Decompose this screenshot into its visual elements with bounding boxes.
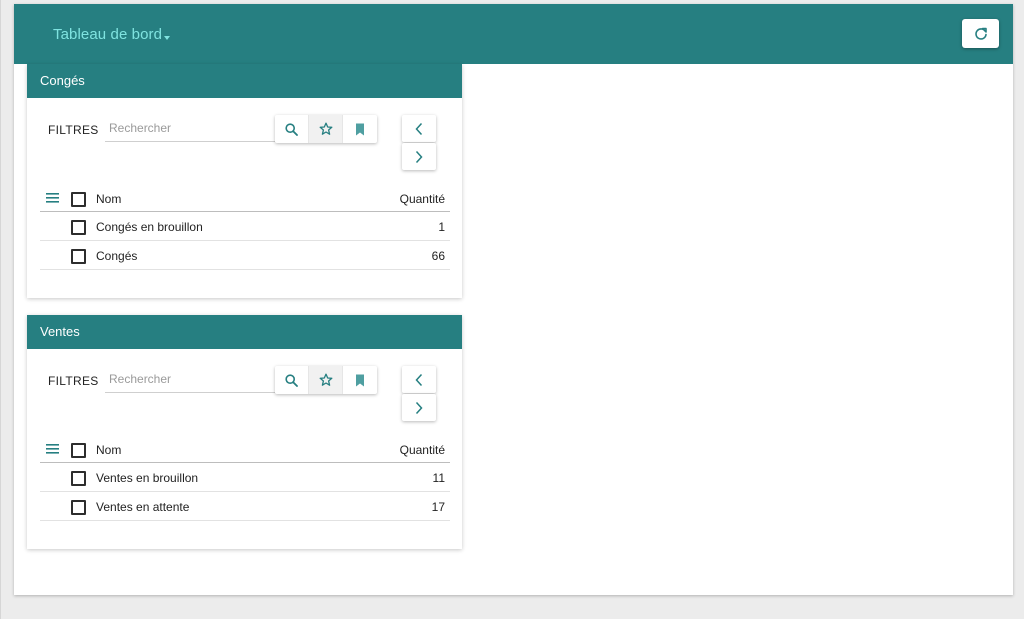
row-checkbox[interactable] xyxy=(71,220,86,235)
table-row[interactable]: Congés 66 xyxy=(40,241,450,270)
table-header-row: Nom Quantité xyxy=(40,183,450,212)
column-header-quantity[interactable]: Quantité xyxy=(400,192,445,206)
favorite-button[interactable] xyxy=(309,115,343,143)
search-icon xyxy=(285,373,298,387)
previous-page-button[interactable] xyxy=(402,115,436,142)
row-checkbox[interactable] xyxy=(71,249,86,264)
row-quantity: 66 xyxy=(431,249,445,263)
table-row[interactable]: Ventes en attente 17 xyxy=(40,492,450,521)
row-quantity: 1 xyxy=(438,220,445,234)
star-icon xyxy=(319,373,332,386)
select-all-checkbox[interactable] xyxy=(71,443,86,458)
widget-ventes: Ventes FILTRES Rechercher Nom Quantité V… xyxy=(27,315,462,549)
window-left-edge xyxy=(0,0,1,619)
chevron-left-icon xyxy=(415,373,423,386)
widget-title: Ventes xyxy=(27,315,462,349)
row-quantity: 11 xyxy=(432,471,445,485)
search-button[interactable] xyxy=(275,115,309,143)
select-all-checkbox[interactable] xyxy=(71,192,86,207)
filter-toolbar xyxy=(275,366,377,394)
filters-label: FILTRES xyxy=(48,374,99,388)
chevron-left-icon xyxy=(415,122,423,135)
row-quantity: 17 xyxy=(431,500,445,514)
row-name: Ventes en attente xyxy=(96,500,190,514)
row-name: Ventes en brouillon xyxy=(96,471,199,485)
star-icon xyxy=(319,122,332,135)
refresh-icon xyxy=(974,27,987,40)
previous-page-button[interactable] xyxy=(402,366,436,393)
widget-conges: Congés FILTRES Rechercher Nom Quantité C… xyxy=(27,64,462,298)
row-checkbox[interactable] xyxy=(71,471,86,486)
data-table: Nom Quantité Ventes en brouillon 11 Vent… xyxy=(40,434,450,521)
next-page-button[interactable] xyxy=(402,143,436,170)
chevron-right-icon xyxy=(415,150,423,163)
dashboard-title-dropdown[interactable]: Tableau de bord xyxy=(53,26,171,43)
filter-toolbar xyxy=(275,115,377,143)
dashboard-title: Tableau de bord xyxy=(53,26,163,43)
filters-label: FILTRES xyxy=(48,123,99,137)
table-header-row: Nom Quantité xyxy=(40,434,450,463)
refresh-button[interactable] xyxy=(962,19,999,48)
row-name: Congés xyxy=(96,249,138,263)
search-button[interactable] xyxy=(275,366,309,394)
row-name: Congés en brouillon xyxy=(96,220,203,234)
column-header-name[interactable]: Nom xyxy=(96,443,121,457)
search-icon xyxy=(285,122,298,136)
favorite-button[interactable] xyxy=(309,366,343,394)
chevron-right-icon xyxy=(415,401,423,414)
table-row[interactable]: Ventes en brouillon 11 xyxy=(40,463,450,492)
bookmark-icon xyxy=(356,123,364,135)
top-bar: Tableau de bord xyxy=(14,4,1013,64)
search-input[interactable] xyxy=(105,366,275,393)
widget-title: Congés xyxy=(27,64,462,98)
next-page-button[interactable] xyxy=(402,394,436,421)
bookmark-button[interactable] xyxy=(343,115,377,143)
table-row[interactable]: Congés en brouillon 1 xyxy=(40,212,450,241)
bookmark-button[interactable] xyxy=(343,366,377,394)
caret-down-icon xyxy=(164,36,171,40)
menu-icon[interactable] xyxy=(46,444,59,454)
dashboard-window: Tableau de bord Congés FILTRES Recherche… xyxy=(14,4,1013,595)
column-header-name[interactable]: Nom xyxy=(96,192,121,206)
search-input[interactable] xyxy=(105,115,275,142)
column-header-quantity[interactable]: Quantité xyxy=(400,443,445,457)
row-checkbox[interactable] xyxy=(71,500,86,515)
data-table: Nom Quantité Congés en brouillon 1 Congé… xyxy=(40,183,450,270)
menu-icon[interactable] xyxy=(46,193,59,203)
bookmark-icon xyxy=(356,374,364,386)
